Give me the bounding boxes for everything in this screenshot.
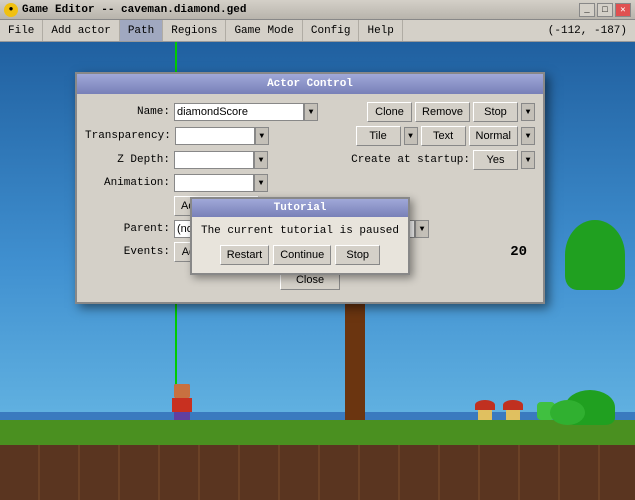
name-label: Name: (85, 106, 170, 118)
char-torso (172, 398, 192, 412)
name-dropdown-btn[interactable]: ▼ (304, 103, 318, 121)
ground (0, 420, 635, 500)
normal-dropdown[interactable]: ▼ (521, 127, 535, 145)
mushroom-stem (478, 410, 492, 420)
tutorial-stop-button[interactable]: Stop (335, 245, 380, 265)
menu-help[interactable]: Help (359, 20, 402, 41)
minimize-button[interactable]: _ (579, 3, 595, 17)
zdepth-label: Z Depth: (85, 154, 170, 166)
maximize-button[interactable]: □ (597, 3, 613, 17)
mushroom-stem-2 (506, 410, 520, 420)
yes-dropdown[interactable]: ▼ (521, 151, 535, 169)
zdepth-input-group: ▼ (174, 151, 268, 169)
clone-button[interactable]: Clone (367, 102, 412, 122)
tree-top (565, 220, 625, 290)
enemy-mushroom-1 (475, 400, 495, 420)
menu-game-mode[interactable]: Game Mode (226, 20, 302, 41)
tutorial-body: The current tutorial is paused Restart C… (192, 217, 408, 273)
animation-row: Animation: ▼ (85, 174, 535, 192)
title-bar: ● Game Editor -- caveman.diamond.ged _ □… (0, 0, 635, 20)
create-startup-label: Create at startup: (351, 154, 470, 166)
restart-button[interactable]: Restart (220, 245, 269, 265)
name-input-group: ▼ (174, 103, 318, 121)
ground-dirt (0, 445, 635, 500)
player-character (170, 384, 194, 420)
char-legs (174, 412, 190, 420)
animation-label: Animation: (85, 177, 170, 189)
transparency-input[interactable] (175, 127, 255, 145)
coordinates-display: (-112, -187) (548, 25, 635, 37)
mushroom-cap-2 (503, 400, 523, 410)
transparency-label: Transparency: (85, 130, 171, 142)
events-label: Events: (85, 246, 170, 258)
zdepth-row-buttons: Create at startup: Yes ▼ (351, 150, 535, 170)
name-input[interactable] (174, 103, 304, 121)
events-count: 20 (510, 244, 535, 260)
text-button[interactable]: Text (421, 126, 466, 146)
yes-button[interactable]: Yes (473, 150, 518, 170)
app-icon: ● (4, 3, 18, 17)
stop-button[interactable]: Stop (473, 102, 518, 122)
menu-path[interactable]: Path (120, 20, 163, 41)
zdepth-dropdown[interactable]: ▼ (254, 151, 268, 169)
menu-bar: File Add actor Path Regions Game Mode Co… (0, 20, 635, 42)
transparency-input-group: ▼ (175, 127, 269, 145)
remove-button[interactable]: Remove (415, 102, 470, 122)
close-window-button[interactable]: ✕ (615, 3, 631, 17)
menu-file[interactable]: File (0, 20, 43, 41)
tutorial-buttons: Restart Continue Stop (200, 245, 400, 265)
bush-2 (550, 400, 585, 425)
transparency-row: Transparency: ▼ Tile ▼ Text Normal ▼ (85, 126, 535, 146)
char-head (174, 384, 190, 398)
ground-top (0, 420, 635, 445)
menu-add-actor[interactable]: Add actor (43, 20, 119, 41)
tutorial-title-bar: Tutorial (192, 199, 408, 217)
enemy-mushroom-2 (503, 400, 523, 420)
dialog-title: Actor Control (267, 78, 353, 90)
menu-regions[interactable]: Regions (163, 20, 226, 41)
transparency-row-buttons: Tile ▼ Text Normal ▼ (356, 126, 535, 146)
continue-button[interactable]: Continue (273, 245, 331, 265)
path-dropdown[interactable]: ▼ (415, 220, 429, 238)
parent-label: Parent: (85, 223, 170, 235)
name-row: Name: ▼ Clone Remove Stop ▼ (85, 102, 535, 122)
tile-dropdown[interactable]: ▼ (404, 127, 418, 145)
animation-dropdown[interactable]: ▼ (254, 174, 268, 192)
mushroom-cap (475, 400, 495, 410)
name-row-buttons: Clone Remove Stop ▼ (367, 102, 535, 122)
tile-button[interactable]: Tile (356, 126, 401, 146)
zdepth-row: Z Depth: ▼ Create at startup: Yes ▼ (85, 150, 535, 170)
stop-dropdown[interactable]: ▼ (521, 103, 535, 121)
tutorial-title: Tutorial (274, 202, 327, 214)
transparency-dropdown[interactable]: ▼ (255, 127, 269, 145)
normal-button[interactable]: Normal (469, 126, 518, 146)
animation-input[interactable] (174, 174, 254, 192)
tutorial-dialog: Tutorial The current tutorial is paused … (190, 197, 410, 275)
dialog-title-bar: Actor Control (77, 74, 543, 94)
animation-input-group: ▼ (174, 174, 268, 192)
zdepth-input[interactable] (174, 151, 254, 169)
game-area: Actor Control Name: ▼ Clone Remove Stop … (0, 42, 635, 500)
window-title: Game Editor -- caveman.diamond.ged (22, 4, 246, 16)
tutorial-message: The current tutorial is paused (200, 225, 400, 237)
menu-config[interactable]: Config (303, 20, 360, 41)
